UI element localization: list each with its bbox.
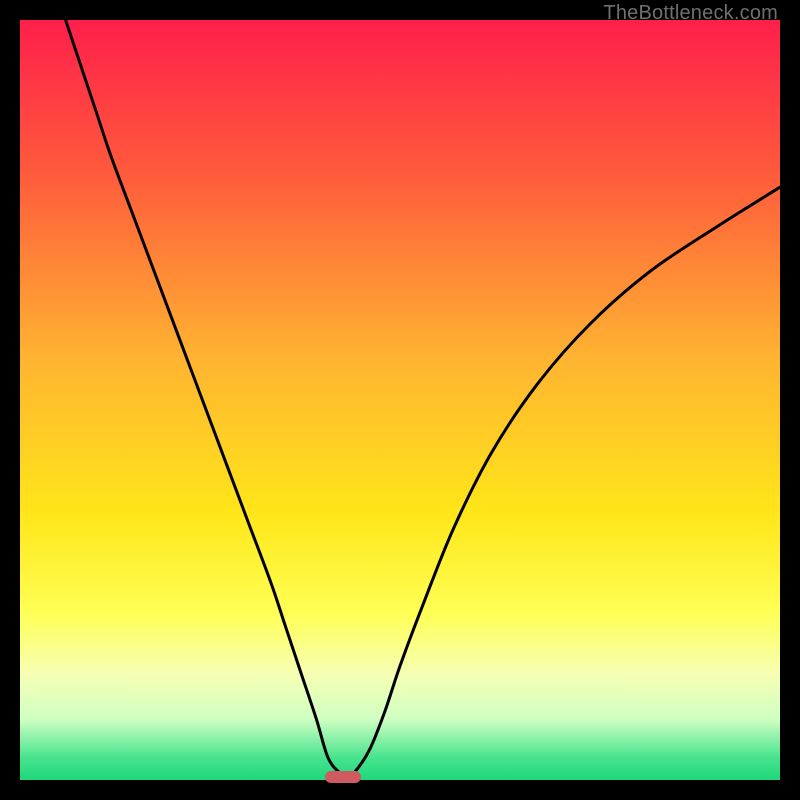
plot-area	[20, 20, 780, 780]
chart-frame	[20, 20, 780, 780]
bottleneck-curve	[20, 20, 780, 780]
watermark-text: TheBottleneck.com	[603, 2, 778, 25]
optimal-marker	[325, 771, 361, 783]
